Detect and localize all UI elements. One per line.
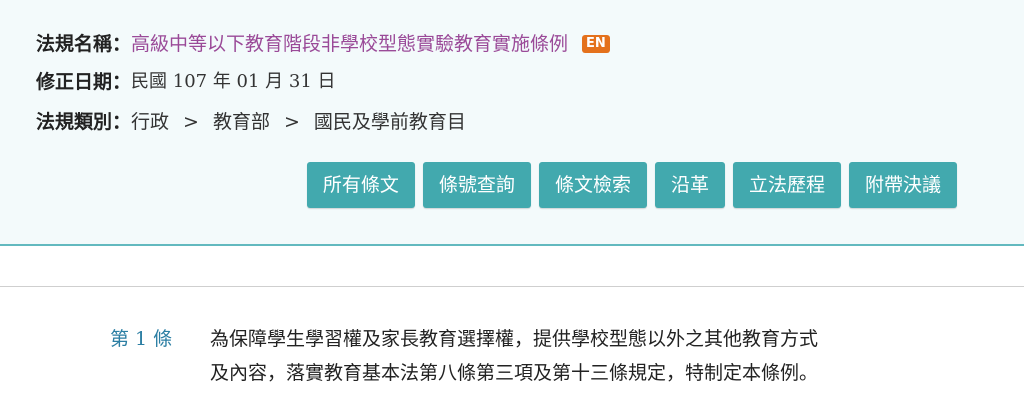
article-search-button[interactable]: 條文檢索 — [538, 162, 647, 208]
all-articles-button[interactable]: 所有條文 — [306, 162, 415, 208]
amend-date-separator: ： — [112, 71, 132, 93]
law-name-link[interactable]: 高級中等以下教育階段非學校型態實驗教育實施條例 — [131, 32, 568, 56]
law-category-row: 法規類別：行政 > 教育部 > 國民及學前教育目 — [36, 110, 466, 134]
supplementary-resolution-button[interactable]: 附帶決議 — [848, 162, 957, 208]
article-text: 為保障學生學習權及家長教育選擇權，提供學校型態以外之其他教育方式 及內容，落實教… — [210, 322, 850, 390]
law-nav-toolbar: 所有條文 條號查詢 條文檢索 沿革 立法歷程 附帶決議 — [306, 162, 957, 208]
legislative-history-button[interactable]: 立法歷程 — [732, 162, 841, 208]
amend-date-row: 修正日期：民國 107 年 01 月 31 日 — [36, 70, 336, 94]
article-text-line: 及內容，落實教育基本法第八條第三項及第十三條規定，特制定本條例。 — [210, 362, 819, 384]
law-header-panel: 法規名稱：高級中等以下教育階段非學校型態實驗教育實施條例 EN 修正日期：民國 1… — [0, 0, 1024, 246]
chevron-right-icon: > — [283, 111, 300, 133]
law-name-row: 法規名稱：高級中等以下教育階段非學校型態實驗教育實施條例 EN — [36, 32, 610, 56]
category-item-ministry: 教育部 — [212, 111, 270, 133]
law-name-label: 法規名稱 — [36, 33, 113, 55]
chevron-right-icon: > — [183, 111, 199, 133]
article-number[interactable]: 第 1 條 — [110, 322, 210, 390]
history-button[interactable]: 沿革 — [654, 162, 725, 208]
english-version-badge[interactable]: EN — [582, 35, 610, 53]
section-divider — [0, 286, 1024, 287]
amend-date-label: 修正日期 — [36, 71, 113, 93]
category-item-division: 國民及學前教育目 — [313, 111, 466, 133]
law-name-separator: ： — [112, 33, 132, 55]
article-number-query-button[interactable]: 條號查詢 — [422, 162, 531, 208]
category-item-administration: 行政 — [131, 111, 170, 133]
amend-date-value: 民國 107 年 01 月 31 日 — [131, 71, 336, 92]
law-category-label: 法規類別 — [36, 111, 113, 133]
law-category-separator: ： — [112, 111, 132, 133]
article-1: 第 1 條 為保障學生學習權及家長教育選擇權，提供學校型態以外之其他教育方式 及… — [110, 322, 850, 390]
article-text-line: 為保障學生學習權及家長教育選擇權，提供學校型態以外之其他教育方式 — [210, 328, 819, 350]
